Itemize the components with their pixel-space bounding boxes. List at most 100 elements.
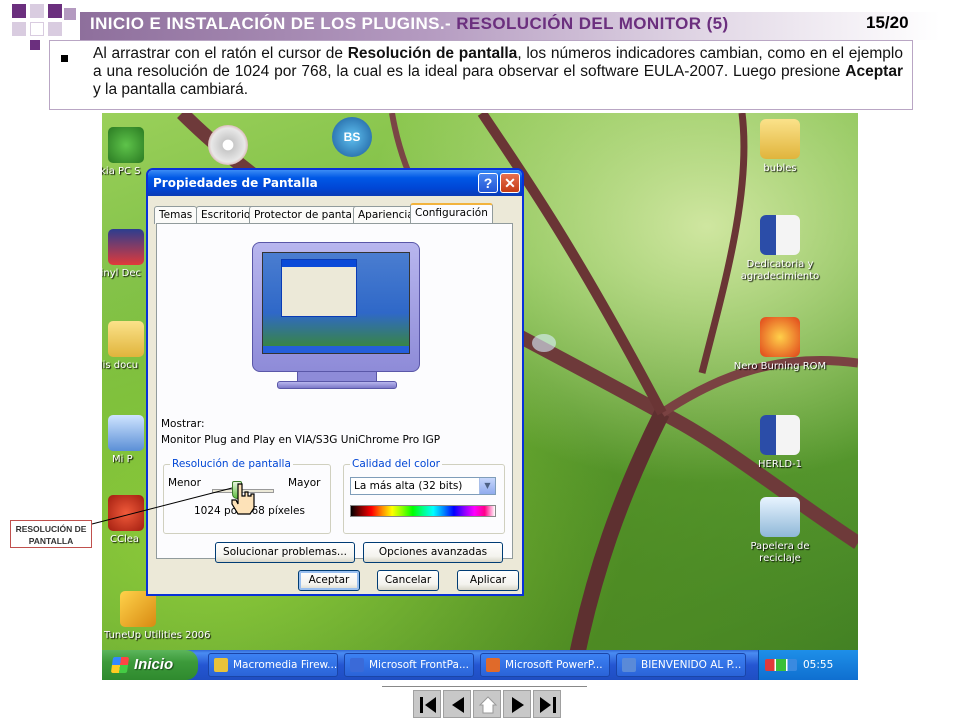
desktop-icon-dedicatoria[interactable]: Dedicatoria y agradecimiento	[730, 215, 830, 283]
settings-panel: Mostrar: Monitor Plug and Play en VIA/S3…	[156, 223, 513, 563]
windows-logo-icon	[110, 657, 130, 673]
ccleaner-icon	[108, 495, 144, 531]
apply-button[interactable]: Aplicar	[457, 570, 519, 591]
description-bold: Resolución de pantalla	[347, 45, 518, 62]
tab-configuracion[interactable]: Configuración	[410, 203, 493, 225]
desktop-icon-herld[interactable]: HERLD-1	[730, 415, 830, 471]
close-button[interactable]: ✕	[500, 173, 520, 193]
hand-cursor-icon	[231, 483, 255, 515]
word-document-icon	[760, 215, 800, 255]
first-slide-button[interactable]	[413, 690, 441, 718]
taskbar-item-label: Microsoft FrontPa...	[369, 659, 469, 671]
desktop-icon-nokia[interactable]: okia PC S	[102, 127, 154, 177]
desktop-icon-label: HERLD-1	[757, 459, 803, 470]
chevron-down-icon[interactable]: ▼	[479, 478, 495, 494]
tab-apariencia[interactable]: Apariencia	[353, 206, 419, 224]
desktop-icon-tuneup[interactable]: TuneUp Utilities 2006	[102, 591, 211, 641]
system-tray: 05:55 p.m.	[758, 650, 858, 680]
next-icon	[512, 697, 524, 713]
ok-button[interactable]: Aceptar	[298, 570, 360, 591]
monitor-screen	[262, 252, 410, 354]
powerpoint-icon	[486, 658, 500, 672]
monitor-preview	[252, 242, 420, 372]
frontpage-icon	[350, 658, 364, 672]
folder-icon	[760, 119, 800, 159]
nokia-pc-suite-icon	[108, 127, 144, 163]
computer-icon	[108, 415, 144, 451]
desktop-icon-label: Dedicatoria y agradecimiento	[740, 259, 820, 282]
desktop-icon-bubles[interactable]: bubles	[730, 119, 830, 175]
more-label: Mayor	[288, 477, 321, 489]
clock[interactable]: 05:55 p.m.	[803, 659, 833, 680]
first-icon	[420, 697, 436, 713]
decor-square	[48, 4, 62, 18]
taskbar-item-fireworks[interactable]: Macromedia Firew...	[208, 653, 338, 677]
last-slide-button[interactable]	[533, 690, 561, 718]
tab-escritorio[interactable]: Escritorio	[196, 206, 256, 224]
decor-square	[30, 4, 44, 18]
resolution-group-label: Resolución de pantalla	[170, 458, 293, 470]
desktop-icon-label: TuneUp Utilities 2006	[104, 630, 211, 641]
color-quality-value: La más alta (32 bits)	[354, 480, 463, 492]
slide: INICIO E INSTALACIÓN DE LOS PLUGINS.- RE…	[0, 0, 960, 720]
desktop-icon-recycle-bin[interactable]: Papelera de reciclaje	[730, 497, 830, 565]
decor-square	[12, 22, 26, 36]
desktop-icon-label: Nero Burning ROM	[733, 361, 827, 372]
dialog-titlebar[interactable]: Propiedades de Pantalla ? ✕	[148, 170, 522, 196]
desktop-icon-label: bubles	[763, 163, 797, 174]
taskbar-item-frontpage[interactable]: Microsoft FrontPa...	[344, 653, 474, 677]
decor-square	[64, 8, 76, 20]
color-spectrum-bar	[350, 505, 496, 517]
taskbar-item-bienvenido[interactable]: BIENVENIDO AL P...	[616, 653, 746, 677]
advanced-button[interactable]: Opciones avanzadas	[363, 542, 503, 563]
last-icon	[540, 697, 556, 713]
tab-temas[interactable]: Temas	[154, 206, 198, 224]
start-button[interactable]: Inicio	[102, 650, 198, 680]
dvd-icon[interactable]	[208, 125, 248, 165]
description-part: Al arrastrar con el ratón el cursor de	[93, 45, 348, 62]
folder-icon	[108, 321, 144, 357]
color-quality-select[interactable]: La más alta (32 bits) ▼	[350, 477, 496, 495]
home-button[interactable]	[473, 690, 501, 718]
less-label: Menor	[168, 477, 201, 489]
word-document-icon	[760, 415, 800, 455]
color-group-label: Calidad del color	[350, 458, 442, 470]
color-group: Calidad del color La más alta (32 bits) …	[343, 458, 505, 534]
monitor-base	[277, 381, 397, 389]
bullet-icon	[61, 55, 68, 62]
slide-title: INICIO E INSTALACIÓN DE LOS PLUGINS.- RE…	[90, 14, 729, 34]
nav-divider	[382, 686, 587, 687]
taskbar-item-powerpoint[interactable]: Microsoft PowerP...	[480, 653, 610, 677]
taskbar-item-label: Macromedia Firew...	[233, 659, 338, 671]
previous-icon	[452, 697, 464, 713]
fireworks-icon	[214, 658, 228, 672]
recycle-bin-icon	[760, 497, 800, 537]
window-icon	[622, 658, 636, 672]
decor-square	[12, 4, 26, 18]
help-button[interactable]: ?	[478, 173, 498, 193]
display-label: Mostrar:	[161, 418, 205, 430]
dialog-title: Propiedades de Pantalla	[153, 176, 318, 190]
tab-protector[interactable]: Protector de pantalla	[249, 206, 370, 224]
troubleshoot-button[interactable]: Solucionar problemas...	[215, 542, 355, 563]
page-number: 15/20	[866, 13, 909, 32]
start-label: Inicio	[134, 656, 174, 673]
description-text: Al arrastrar con el ratón el cursor de R…	[93, 45, 903, 99]
taskbar-item-label: BIENVENIDO AL P...	[641, 659, 742, 671]
previous-slide-button[interactable]	[443, 690, 471, 718]
home-icon	[478, 696, 498, 714]
cancel-button[interactable]: Cancelar	[377, 570, 439, 591]
display-properties-dialog: Propiedades de Pantalla ? ✕ Temas Escrit…	[146, 168, 524, 596]
desktop-icon-nero[interactable]: Nero Burning ROM	[730, 317, 830, 373]
bs-player-icon[interactable]: BS	[332, 117, 372, 157]
tuneup-icon	[120, 591, 156, 627]
tray-icons[interactable]	[765, 659, 797, 671]
taskbar-item-label: Microsoft PowerP...	[505, 659, 603, 671]
description-part: y la pantalla cambiará.	[93, 81, 249, 98]
display-value: Monitor Plug and Play en VIA/S3G UniChro…	[161, 434, 441, 446]
decor-square	[48, 22, 62, 36]
slide-title-main: INICIO E INSTALACIÓN DE LOS PLUGINS.-	[90, 14, 452, 33]
preview-window	[281, 259, 357, 317]
next-slide-button[interactable]	[503, 690, 531, 718]
description-bold: Aceptar	[845, 63, 903, 80]
